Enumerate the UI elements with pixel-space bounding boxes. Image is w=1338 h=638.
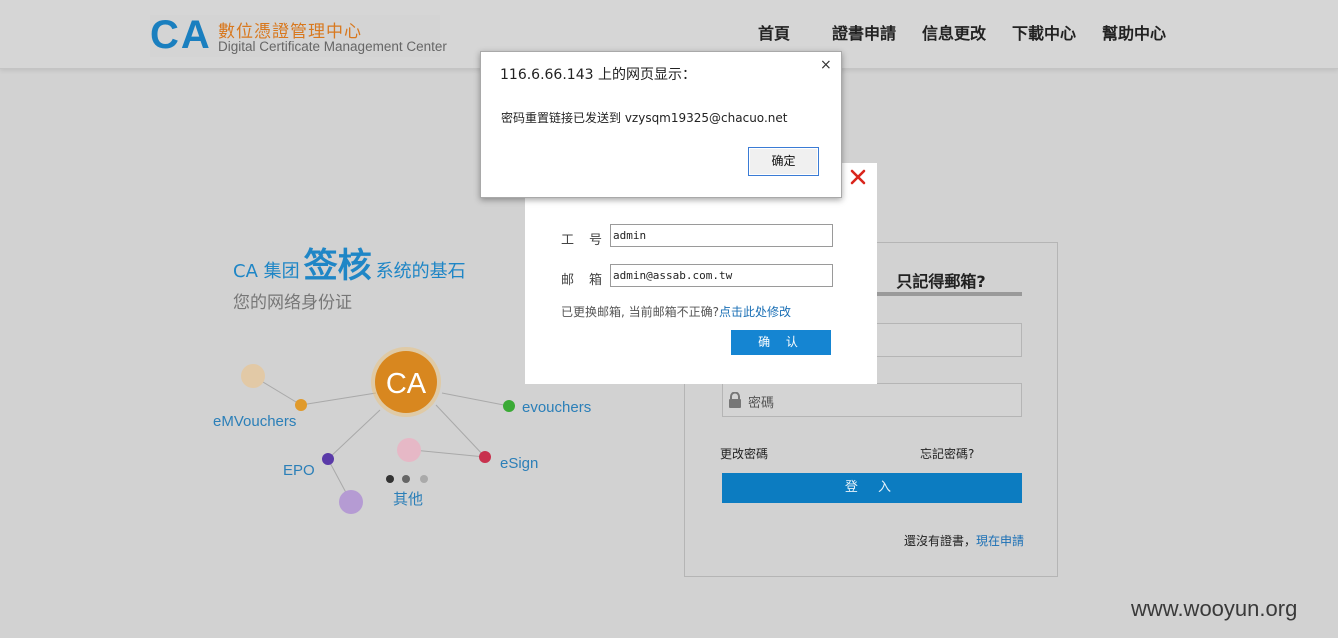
nav-cert-apply[interactable]: 證書申請 — [832, 20, 896, 43]
logo-name-en: Digital Certificate Management Center — [218, 39, 447, 54]
alert-ok-button[interactable]: 确定 — [748, 147, 819, 176]
modal-confirm-button[interactable]: 确 认 — [731, 330, 831, 355]
nav-home[interactable]: 首頁 — [758, 20, 790, 43]
pager-dot[interactable] — [386, 475, 394, 483]
node-label-emvouchers: eMVouchers — [213, 413, 296, 430]
tab-email-only[interactable]: 只記得郵箱? — [860, 268, 1022, 296]
change-password-link[interactable]: 更改密碼 — [720, 445, 768, 462]
alert-close-icon[interactable]: × — [820, 57, 832, 73]
modify-email-link[interactable]: 点击此处修改 — [719, 305, 791, 319]
ca-center-label: CA — [386, 368, 427, 400]
email-input[interactable]: admin@assab.com.tw — [610, 264, 833, 287]
watermark: www.wooyun.org — [1131, 596, 1298, 621]
login-password-input[interactable]: 密碼 — [722, 383, 1022, 417]
logo-mark: CA — [150, 13, 212, 57]
node-dot — [241, 364, 265, 388]
nav-help[interactable]: 幫助中心 — [1102, 20, 1166, 43]
alert-message: 密码重置链接已发送到 vzysqm19325@chacuo.net — [501, 111, 788, 125]
lock-icon — [729, 392, 741, 408]
node-dot — [295, 399, 307, 411]
no-cert-text: 還沒有證書， — [904, 534, 977, 548]
employee-id-label: 工 号 — [561, 233, 604, 248]
nav-info-change[interactable]: 信息更改 — [922, 20, 986, 43]
node-dot — [322, 453, 334, 465]
hero-subtitle: 您的网络身份证 — [233, 293, 352, 313]
site-logo[interactable]: CA 數位憑證管理中心 Digital Certificate Manageme… — [150, 13, 447, 57]
pager-dot[interactable] — [402, 475, 410, 483]
node-label-evouchers: evouchers — [522, 399, 591, 416]
email-hint: 已更换邮箱, 当前邮箱不正确?点击此处修改 — [561, 303, 791, 320]
login-button[interactable]: 登 入 — [722, 473, 1022, 503]
close-icon[interactable] — [848, 167, 868, 187]
alert-title: 116.6.66.143 上的网页显示： — [500, 67, 696, 83]
node-dot — [339, 490, 363, 514]
node-dot — [397, 438, 421, 462]
nav-download[interactable]: 下載中心 — [1012, 20, 1076, 43]
tagline-pre: CA 集团 — [233, 261, 300, 282]
employee-id-input[interactable]: admin — [610, 224, 833, 247]
forgot-password-link[interactable]: 忘記密碼? — [920, 445, 974, 462]
hero-tagline: CA 集团 签核 系统的基石 — [233, 238, 466, 287]
node-label-other: 其他 — [393, 491, 423, 508]
node-dot — [503, 400, 515, 412]
node-label-esign: eSign — [500, 455, 538, 472]
apply-row: 還沒有證書，現在申請 — [904, 532, 1024, 549]
email-hint-text: 已更换邮箱, 当前邮箱不正确? — [561, 305, 719, 319]
pager-dot[interactable] — [420, 475, 428, 483]
password-placeholder: 密碼 — [748, 396, 775, 411]
node-label-epo: EPO — [283, 462, 315, 479]
email-label: 邮 箱 — [561, 273, 604, 288]
tagline-post: 系统的基石 — [375, 261, 466, 282]
tagline-big: 签核 — [303, 246, 372, 286]
node-dot — [479, 451, 491, 463]
apply-now-link[interactable]: 現在申請 — [976, 534, 1024, 548]
